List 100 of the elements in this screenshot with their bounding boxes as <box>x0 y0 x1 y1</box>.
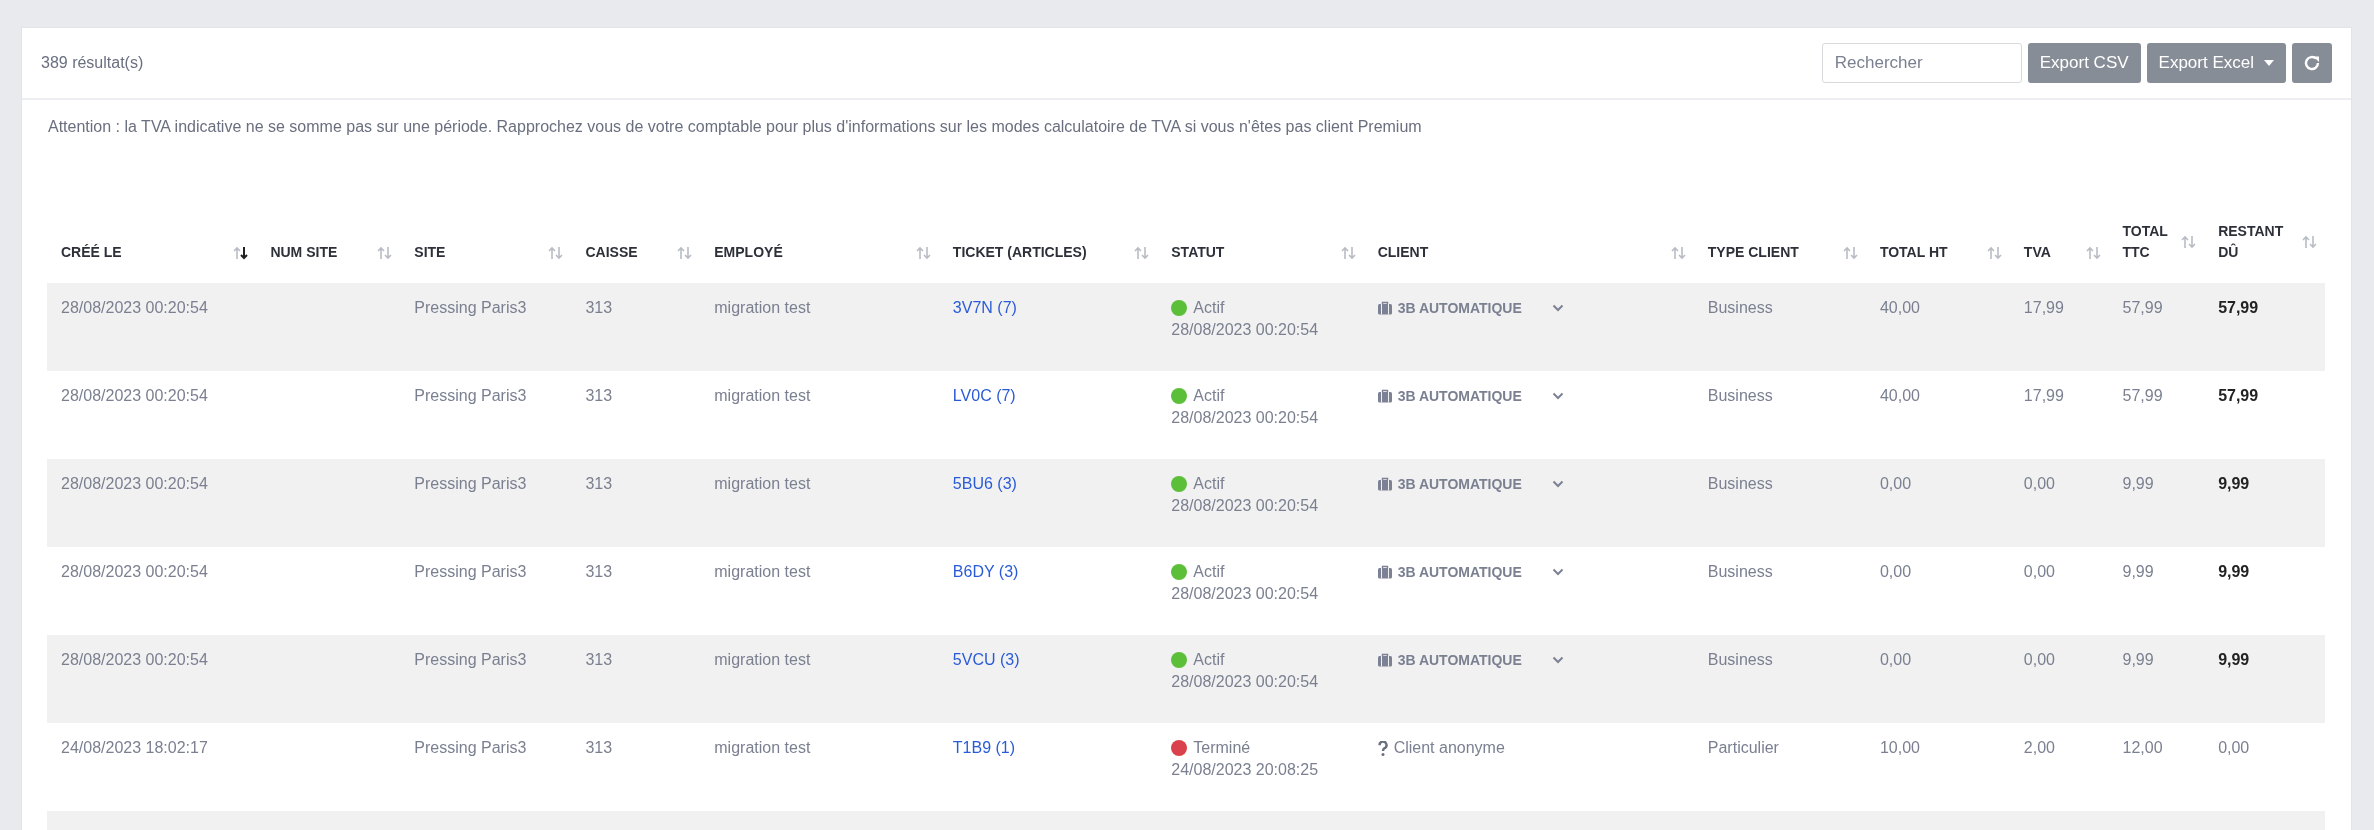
status-date: 28/08/2023 00:20:54 <box>1171 585 1319 602</box>
table-cell: 313 <box>585 651 613 668</box>
chevron-down-icon[interactable] <box>1551 392 1564 400</box>
table-cell: Particulier <box>1707 739 1779 756</box>
table-cell: Pressing Paris3 <box>414 563 527 580</box>
table-cell: 28/08/2023 00:20:54 <box>61 475 208 492</box>
table-cell: migration test <box>714 651 811 668</box>
table-cell: 313 <box>585 475 613 492</box>
table-cell: 313 <box>585 739 613 756</box>
table-cell: Pressing Paris3 <box>414 387 527 404</box>
status-date: 28/08/2023 00:20:54 <box>1171 321 1319 338</box>
table-cell: migration test <box>714 475 811 492</box>
table-cell: Business <box>1707 387 1773 404</box>
column-header[interactable]: TOTAL TTC <box>2108 175 2205 283</box>
table-cell: Pressing Paris3 <box>414 299 527 316</box>
table-cell: Business <box>1707 563 1773 580</box>
status-label: Actif <box>1193 474 1225 494</box>
table-cell: 2,00 <box>2023 739 2055 756</box>
column-header[interactable]: TYPE CLIENT <box>1693 175 1866 283</box>
table-cell: Business <box>1707 651 1773 668</box>
table-cell: 57,99 <box>2122 299 2163 316</box>
column-header[interactable]: STATUT <box>1157 175 1364 283</box>
table-cell: 40,00 <box>1879 387 1920 404</box>
table-cell: Business <box>1707 475 1773 492</box>
table-cell: 57,99 <box>2218 299 2259 316</box>
table-cell: 28/08/2023 00:20:54 <box>61 563 208 580</box>
search-field[interactable]: Rechercher <box>1821 43 2022 83</box>
table-cell: Pressing Paris3 <box>414 475 527 492</box>
status-label: Terminé <box>1193 738 1251 758</box>
table-cell: Business <box>1707 299 1773 316</box>
client-name: Client anonyme <box>1393 738 1505 758</box>
ticket-link[interactable]: LV0C (7) <box>952 387 1016 404</box>
table-cell: 0,00 <box>2023 475 2055 492</box>
table-cell: 313 <box>585 563 613 580</box>
table-cell: 57,99 <box>2122 387 2163 404</box>
status-date: 28/08/2023 00:20:54 <box>1171 409 1319 426</box>
refresh-icon <box>2303 54 2321 72</box>
table-cell: 0,00 <box>1879 475 1912 492</box>
chevron-down-icon[interactable] <box>1551 480 1564 488</box>
column-header[interactable]: CRÉÉ LE <box>47 175 257 283</box>
table-cell: Pressing Paris3 <box>414 739 527 756</box>
question-mark-icon <box>1377 740 1388 756</box>
ticket-link[interactable]: 5VCU (3) <box>952 651 1020 668</box>
ticket-link[interactable]: T1B9 (1) <box>952 739 1016 756</box>
table-cell: migration test <box>714 387 811 404</box>
refresh-button[interactable] <box>2292 43 2332 83</box>
briefcase-icon <box>1377 477 1392 491</box>
ticket-link[interactable]: 5BU6 (3) <box>952 475 1017 492</box>
table-cell: 9,99 <box>2122 563 2154 580</box>
table-cell: 0,00 <box>2218 739 2250 756</box>
column-header[interactable]: SITE <box>400 175 572 283</box>
column-header[interactable]: TICKET (ARTICLES) <box>938 175 1158 283</box>
status-date: 24/08/2023 20:08:25 <box>1171 761 1319 778</box>
table-cell: 24/08/2023 18:02:17 <box>61 739 208 756</box>
table-cell: 313 <box>585 299 613 316</box>
table-cell: 9,99 <box>2218 651 2250 668</box>
column-header[interactable]: TOTAL HT <box>1865 175 2010 283</box>
status-date: 28/08/2023 00:20:54 <box>1171 497 1319 514</box>
column-header[interactable]: RESTANT DÛ <box>2204 175 2325 283</box>
chevron-down-icon[interactable] <box>1551 656 1564 664</box>
briefcase-icon <box>1377 565 1392 579</box>
table-cell: 12,00 <box>2122 739 2163 756</box>
table-cell: 17,99 <box>2023 387 2064 404</box>
briefcase-icon <box>1377 301 1392 315</box>
table-cell: 0,00 <box>1879 651 1912 668</box>
column-header[interactable]: EMPLOYÉ <box>700 175 939 283</box>
table-cell: 313 <box>585 387 613 404</box>
client-name[interactable]: 3B AUTOMATIQUE <box>1397 385 1522 407</box>
table-cell: 28/08/2023 00:20:54 <box>61 387 208 404</box>
table-cell: Pressing Paris3 <box>414 651 527 668</box>
result-count: 389 résultat(s) <box>41 54 144 72</box>
table-cell: migration test <box>714 563 811 580</box>
ticket-link[interactable]: B6DY (3) <box>952 563 1019 580</box>
vat-notice: Attention : la TVA indicative ne se somme pas sur une période. Rapprochez vous de votre comptable pour plus d'informations sur les modes calculatoire de TVA si vous n'êtes pas client Premium <box>47 117 1423 137</box>
table-cell: migration test <box>714 739 811 756</box>
column-header[interactable]: TVA <box>2009 175 2109 283</box>
column-header[interactable]: CAISSE <box>571 175 701 283</box>
table-cell: 9,99 <box>2218 563 2250 580</box>
table-cell: 0,00 <box>1879 563 1912 580</box>
column-header[interactable]: NUM SITE <box>256 175 401 283</box>
column-header[interactable]: CLIENT <box>1363 175 1694 283</box>
status-label: Actif <box>1193 562 1225 582</box>
table-cell: 40,00 <box>1879 299 1920 316</box>
caret-icon <box>2264 60 2274 66</box>
table-cell: migration test <box>714 299 811 316</box>
briefcase-icon <box>1377 653 1392 667</box>
table-cell: 0,00 <box>2023 651 2055 668</box>
table-cell: 0,00 <box>2023 563 2055 580</box>
table-cell: 17,99 <box>2023 299 2064 316</box>
status-date: 28/08/2023 00:20:54 <box>1171 673 1319 690</box>
status-label: Actif <box>1193 650 1225 670</box>
table-cell: 9,99 <box>2218 475 2250 492</box>
table-cell: 57,99 <box>2218 387 2259 404</box>
briefcase-icon <box>1377 389 1392 403</box>
chevron-down-icon[interactable] <box>1551 568 1564 576</box>
client-name[interactable]: 3B AUTOMATIQUE <box>1397 561 1522 583</box>
table-cell: 9,99 <box>2122 475 2154 492</box>
ticket-link[interactable]: 3V7N (7) <box>952 299 1017 316</box>
chevron-down-icon[interactable] <box>1551 304 1564 312</box>
status-label: Actif <box>1193 386 1225 406</box>
